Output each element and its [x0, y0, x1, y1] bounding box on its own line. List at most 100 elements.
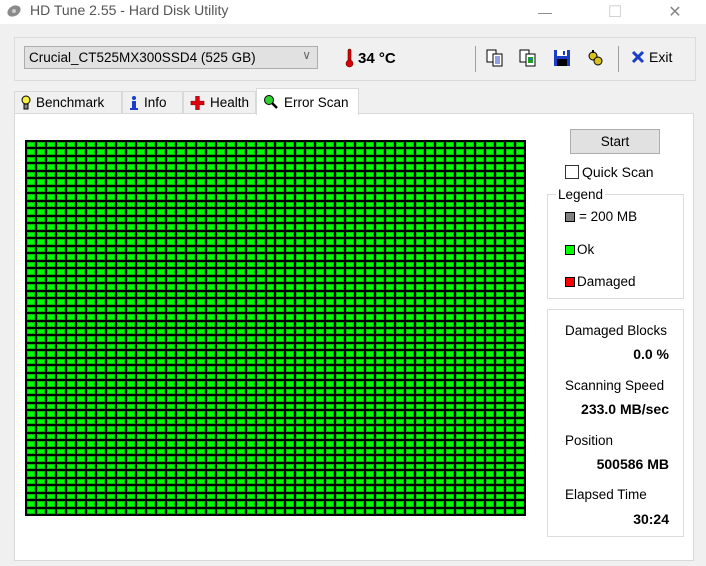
scan-block: [265, 462, 276, 471]
scan-block: [45, 380, 56, 388]
scan-block: [385, 290, 396, 299]
scan-block: [495, 313, 506, 321]
scan-block: [165, 410, 176, 418]
scan-block: [515, 178, 525, 186]
copy-text-icon[interactable]: [485, 48, 505, 68]
scan-block: [155, 425, 166, 433]
scan-block: [515, 163, 525, 171]
scan-block: [255, 253, 266, 261]
scan-block: [475, 357, 486, 366]
scan-block: [285, 268, 296, 276]
scan-block: [155, 342, 166, 351]
scan-block: [26, 155, 36, 164]
scan-block: [485, 253, 496, 261]
scan-block: [485, 155, 496, 164]
scan-block: [345, 275, 356, 284]
scan-block: [245, 395, 256, 403]
exit-button[interactable]: Exit: [631, 49, 672, 65]
scan-block: [485, 447, 496, 456]
scan-block: [185, 328, 196, 336]
tab-error-scan[interactable]: Error Scan: [256, 88, 359, 115]
scan-block: [475, 245, 486, 254]
scan-block: [385, 230, 396, 239]
scan-block: [475, 387, 486, 396]
scan-block: [445, 485, 456, 493]
scan-block: [26, 290, 36, 299]
scan-block: [155, 380, 166, 388]
scan-block: [95, 298, 106, 306]
scan-block: [365, 477, 376, 486]
scan-block: [455, 298, 466, 306]
minimize-button[interactable]: —: [522, 0, 568, 24]
scan-block: [105, 492, 116, 501]
scan-block: [185, 283, 196, 291]
scan-block: [515, 283, 525, 291]
scan-block: [365, 380, 376, 388]
scan-block: [435, 170, 446, 179]
scan-block: [165, 335, 176, 343]
close-button[interactable]: ✕: [652, 0, 698, 24]
scan-block: [245, 335, 256, 343]
scan-block: [225, 462, 236, 471]
quick-scan-checkbox[interactable]: Quick Scan: [565, 164, 654, 180]
scan-block: [135, 223, 146, 231]
scan-block: [355, 372, 366, 381]
start-button[interactable]: Start: [570, 129, 660, 154]
scan-block: [425, 148, 436, 156]
maximize-button[interactable]: ☐: [592, 0, 638, 24]
scan-block: [175, 447, 186, 456]
scan-block: [485, 185, 496, 194]
scan-block: [495, 275, 506, 284]
save-icon[interactable]: [552, 48, 572, 68]
scan-block: [295, 492, 306, 501]
scan-block: [125, 290, 136, 299]
scan-block: [195, 380, 206, 388]
scan-block: [105, 305, 116, 314]
scan-block: [335, 500, 346, 508]
scan-block: [275, 432, 286, 441]
scan-block: [35, 148, 46, 156]
scan-block: [115, 328, 126, 336]
scan-block: [165, 141, 176, 149]
scan-block: [215, 163, 226, 171]
tab-health[interactable]: Health: [183, 91, 256, 113]
scan-block: [305, 335, 316, 343]
scan-block: [395, 455, 406, 463]
legend-damaged: Damaged: [565, 274, 636, 289]
scan-block: [335, 223, 346, 231]
scan-block: [145, 365, 156, 373]
copy-screenshot-icon[interactable]: [518, 48, 538, 68]
scan-block: [475, 185, 486, 194]
tab-benchmark[interactable]: Benchmark: [14, 91, 122, 113]
scan-block: [215, 432, 226, 441]
scan-block: [295, 470, 306, 478]
scan-block: [95, 462, 106, 471]
scan-block: [275, 163, 286, 171]
scan-block: [85, 417, 96, 426]
scan-block: [205, 185, 216, 194]
scan-block: [35, 432, 46, 441]
damaged-blocks-label: Damaged Blocks: [565, 323, 668, 338]
scan-block: [435, 328, 446, 336]
scan-block: [485, 507, 496, 515]
drive-select[interactable]: Crucial_CT525MX300SSD4 (525 GB) ∨: [24, 46, 318, 69]
scan-block: [455, 141, 466, 149]
toolbar: Crucial_CT525MX300SSD4 (525 GB) ∨ 34 °C …: [14, 37, 696, 81]
scan-block: [375, 208, 386, 216]
scan-block: [465, 298, 476, 306]
scan-block: [55, 275, 66, 284]
quick-scan-box[interactable]: [565, 165, 579, 179]
scan-block: [475, 440, 486, 448]
scan-block: [345, 320, 356, 328]
scan-block: [45, 148, 56, 156]
scan-block: [85, 365, 96, 373]
scan-block: [275, 193, 286, 201]
scan-block: [285, 485, 296, 493]
scan-block: [385, 447, 396, 456]
scan-block: [445, 313, 456, 321]
scan-block: [55, 170, 66, 179]
options-icon[interactable]: [585, 48, 605, 68]
scan-block: [125, 350, 136, 358]
scan-block: [245, 305, 256, 314]
tab-info[interactable]: Info: [122, 91, 183, 113]
